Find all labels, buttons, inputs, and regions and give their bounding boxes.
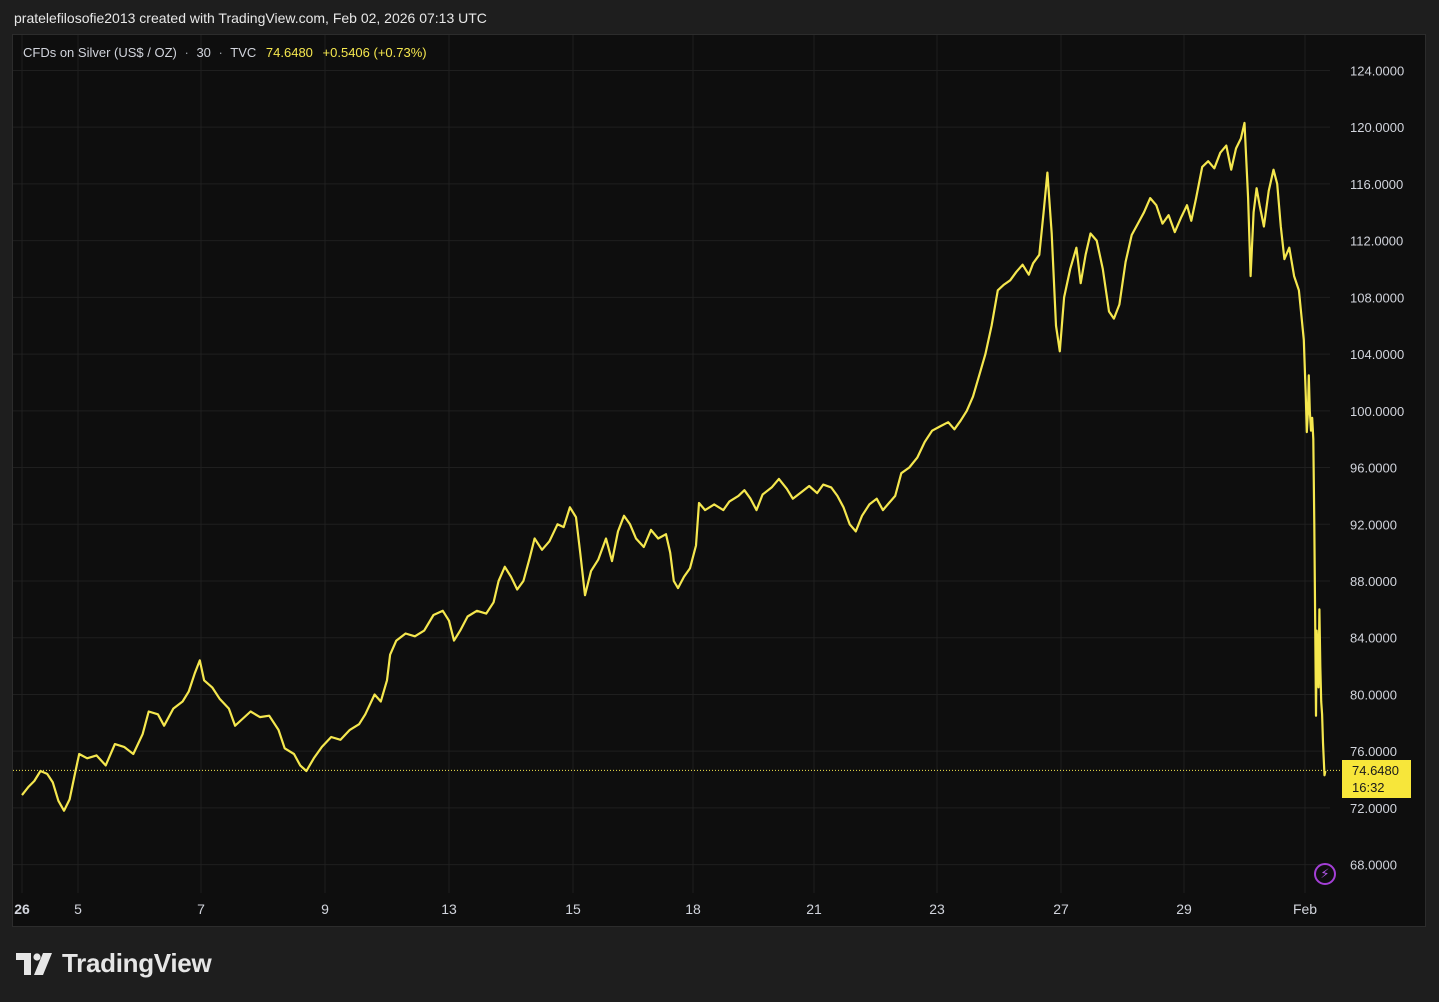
x-tick-label: 13 bbox=[441, 901, 457, 917]
y-tick-label: 80.0000 bbox=[1350, 687, 1397, 702]
y-tick-label: 88.0000 bbox=[1350, 574, 1397, 589]
x-tick-label: 27 bbox=[1053, 901, 1069, 917]
tradingview-logo-icon bbox=[16, 952, 52, 975]
symbol-legend[interactable]: CFDs on Silver (US$ / OZ) · 30 · TVC 74.… bbox=[23, 45, 427, 60]
price-chart[interactable]: 124.0000 120.0000 116.0000 112.0000 108.0000… bbox=[0, 0, 1439, 1002]
bar-countdown: 16:32 bbox=[1352, 780, 1385, 796]
price-series-line bbox=[21, 121, 1327, 812]
legend-separator: · bbox=[218, 45, 223, 60]
y-tick-label: 96.0000 bbox=[1350, 461, 1397, 476]
x-tick-label: 9 bbox=[321, 901, 329, 917]
y-tick-label: 68.0000 bbox=[1350, 858, 1397, 873]
last-price-tag: 74.6480 16:32 bbox=[1342, 760, 1411, 799]
y-tick-label: 124.0000 bbox=[1350, 63, 1404, 78]
y-tick-label: 112.0000 bbox=[1350, 234, 1403, 249]
x-tick-label: 5 bbox=[74, 901, 82, 917]
x-tick-label: 26 bbox=[14, 901, 30, 917]
legend-price: 74.6480 bbox=[265, 45, 313, 60]
legend-change: +0.5406 bbox=[322, 45, 370, 60]
y-tick-label: 72.0000 bbox=[1350, 801, 1397, 816]
tradingview-brand[interactable]: TradingView bbox=[16, 948, 212, 979]
x-tick-label: 29 bbox=[1176, 901, 1192, 917]
last-price-value: 74.6480 bbox=[1352, 763, 1399, 779]
y-tick-label: 100.0000 bbox=[1350, 404, 1404, 419]
y-tick-label: 108.0000 bbox=[1350, 290, 1404, 305]
y-tick-label: 76.0000 bbox=[1350, 744, 1397, 759]
x-tick-label: 23 bbox=[929, 901, 945, 917]
x-tick-label: 7 bbox=[197, 901, 205, 917]
y-tick-label: 116.0000 bbox=[1350, 177, 1403, 192]
legend-interval: 30 bbox=[196, 45, 211, 60]
legend-source: TVC bbox=[230, 45, 257, 60]
legend-symbol: CFDs on Silver (US$ / OZ) bbox=[23, 45, 177, 60]
x-tick-label: 21 bbox=[806, 901, 822, 917]
lightning-icon[interactable]: ⚡ bbox=[1314, 863, 1336, 885]
y-tick-label: 92.0000 bbox=[1350, 517, 1397, 532]
legend-separator: · bbox=[184, 45, 189, 60]
y-tick-label: 104.0000 bbox=[1350, 347, 1404, 362]
y-tick-label: 84.0000 bbox=[1350, 631, 1397, 646]
brand-name: TradingView bbox=[62, 948, 212, 978]
x-tick-label: 18 bbox=[685, 901, 701, 917]
x-tick-label: Feb bbox=[1293, 901, 1317, 917]
y-tick-label: 120.0000 bbox=[1350, 120, 1404, 135]
x-tick-label: 15 bbox=[565, 901, 581, 917]
legend-change-pct: (+0.73%) bbox=[373, 45, 427, 60]
